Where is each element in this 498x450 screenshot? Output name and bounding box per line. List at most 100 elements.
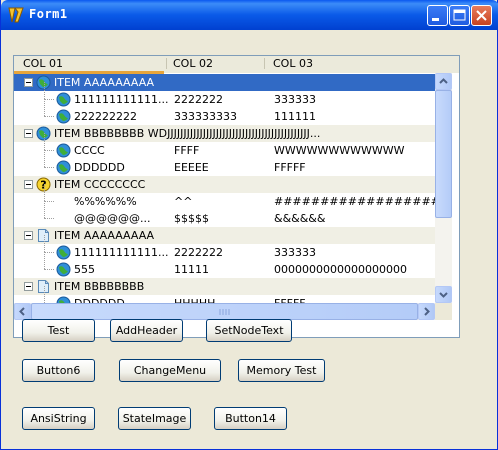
cell-col01: DDDDDD [74,295,168,303]
cell-col03: 0000000000000000000 [274,263,407,276]
chevron-up-icon [439,78,448,84]
node-title: ITEM BBBBBBBB [54,280,145,293]
cell-col01: DDDDDD [74,161,125,174]
button14[interactable]: Button14 [214,407,287,430]
cell-col01: @@@@@@... [74,212,151,225]
cell-col03: ############################## [274,195,435,208]
cell-col03: FFFFF [274,295,435,303]
column-header-col03[interactable]: COL 03 [273,56,313,71]
vertical-scroll-thumb[interactable] [435,90,452,218]
collapse-toggle[interactable] [24,282,33,291]
set-node-text-button[interactable]: SetNodeText [206,319,292,342]
tree-connector [44,235,45,252]
cell-col03: 333333 [274,93,316,106]
collapse-toggle[interactable] [24,231,33,240]
tree-connector [44,286,45,303]
test-button[interactable]: Test [22,319,95,342]
cell-col02: 2222222 [174,93,223,106]
cell-col01: 111111111111... [74,93,168,106]
button6[interactable]: Button6 [22,359,95,382]
cell-col02: $$$$$ [174,212,209,225]
chevron-down-icon [439,292,448,298]
tree-child-row[interactable]: 555 11111 0000000000000000000 [14,252,435,278]
chevron-left-icon [19,307,25,316]
globe-icon [56,160,71,175]
horizontal-scrollbar[interactable] [14,303,435,320]
scroll-left-button[interactable] [14,303,31,320]
cell-col02: 333333333 [174,110,237,123]
tree-connector [44,252,54,253]
tree-child-row[interactable]: DDDDDD HHHHH FFFFF [14,286,435,303]
globe-icon [56,262,71,277]
collapse-toggle[interactable] [24,129,33,138]
tree-child-row[interactable]: 111111111111... 2222222 333333 [14,235,435,261]
column-header: COL 01 COL 02 COL 03 [14,56,459,74]
tree-connector [44,269,54,270]
tree-list-view[interactable]: COL 01 COL 02 COL 03 ITEM AAAAAAAAA 11111… [13,55,460,338]
tree-rows: ITEM AAAAAAAAA 111111111111... 2222222 3333… [14,74,435,303]
cell-col01: CCCC [74,144,105,157]
cell-col03: WWWWWWWWWWWW [274,144,405,157]
close-button[interactable] [471,5,492,26]
maximize-button[interactable] [449,5,470,26]
tree-node[interactable]: ? ITEM CCCCCCCC [14,176,435,193]
tree-child-row[interactable]: 111111111111... 2222222 333333 [14,82,435,108]
change-menu-button[interactable]: ChangeMenu [119,359,221,382]
column-header-col01[interactable]: COL 01 [23,56,63,71]
tree-node[interactable]: ITEM BBBBBBBB WDJJJJJJJJJJJJJJJJJJJJJJJJ… [14,125,435,142]
tree-connector [44,116,54,117]
chevron-right-icon [424,307,430,316]
column-divider[interactable] [166,58,167,69]
node-title: ITEM CCCCCCCC [54,178,146,191]
title-bar[interactable]: Form1 [1,0,498,30]
tree-connector [44,218,54,219]
close-icon [476,10,487,21]
tree-connector [44,99,54,100]
tree-connector [44,252,45,269]
scroll-right-button[interactable] [418,303,435,320]
cell-col02: HHHHH [174,295,268,303]
cell-col01: 111111111111... [74,246,168,259]
tree-node[interactable]: ITEM BBBBBBBB [14,278,435,295]
cell-col01: %%%%%% [74,195,137,208]
tree-child-row[interactable]: DDDDDD EEEEE FFFFF [14,150,435,176]
window-title: Form1 [29,7,68,21]
app-icon [8,7,24,23]
column-divider[interactable] [264,58,265,69]
tree-connector [44,184,45,201]
memory-test-button[interactable]: Memory Test [238,359,325,382]
tree-child-row[interactable]: 222222222 333333333 111111 [14,99,435,125]
tree-child-row[interactable]: %%%%%% ^^ ############################## [14,184,435,210]
node-title: ITEM BBBBBBBB WDJJJJJJJJJJJJJJJJJJJJJJJJ… [54,127,321,140]
tree-child-row[interactable]: @@@@@@... $$$$$ &&&&&& [14,201,435,227]
cell-col01: 555 [74,263,95,276]
cell-col02: ^^ [174,195,193,208]
state-image-button[interactable]: StateImage [118,407,191,430]
cell-col02: FFFF [174,144,200,157]
scroll-up-button[interactable] [435,73,452,90]
cell-col02: EEEEE [174,161,209,174]
tree-node[interactable]: ITEM AAAAAAAAA [14,74,435,91]
node-title: ITEM AAAAAAAAA [54,229,155,242]
minimize-button[interactable] [427,5,448,26]
maximize-icon [453,9,466,21]
scroll-down-button[interactable] [435,286,452,303]
ansi-string-button[interactable]: AnsiString [22,407,95,430]
collapse-toggle[interactable] [24,180,33,189]
node-title: ITEM AAAAAAAAA [54,76,155,89]
collapse-toggle[interactable] [24,78,33,87]
tree-connector [44,150,45,167]
column-header-col02[interactable]: COL 02 [173,56,213,71]
cell-col02: 2222222 [174,246,223,259]
cell-col03: 111111 [274,110,316,123]
add-header-button[interactable]: AddHeader [110,319,183,342]
tree-node[interactable]: ITEM AAAAAAAAA [14,227,435,244]
globe-icon [56,296,71,303]
vertical-scrollbar[interactable] [435,73,452,303]
globe-icon [56,143,71,158]
tree-child-row[interactable]: CCCC FFFF WWWWWWWWWWWW [14,133,435,159]
tree-connector [44,201,54,202]
tree-connector [44,99,45,116]
horizontal-scroll-thumb[interactable] [31,303,418,320]
tree-connector [44,167,54,168]
